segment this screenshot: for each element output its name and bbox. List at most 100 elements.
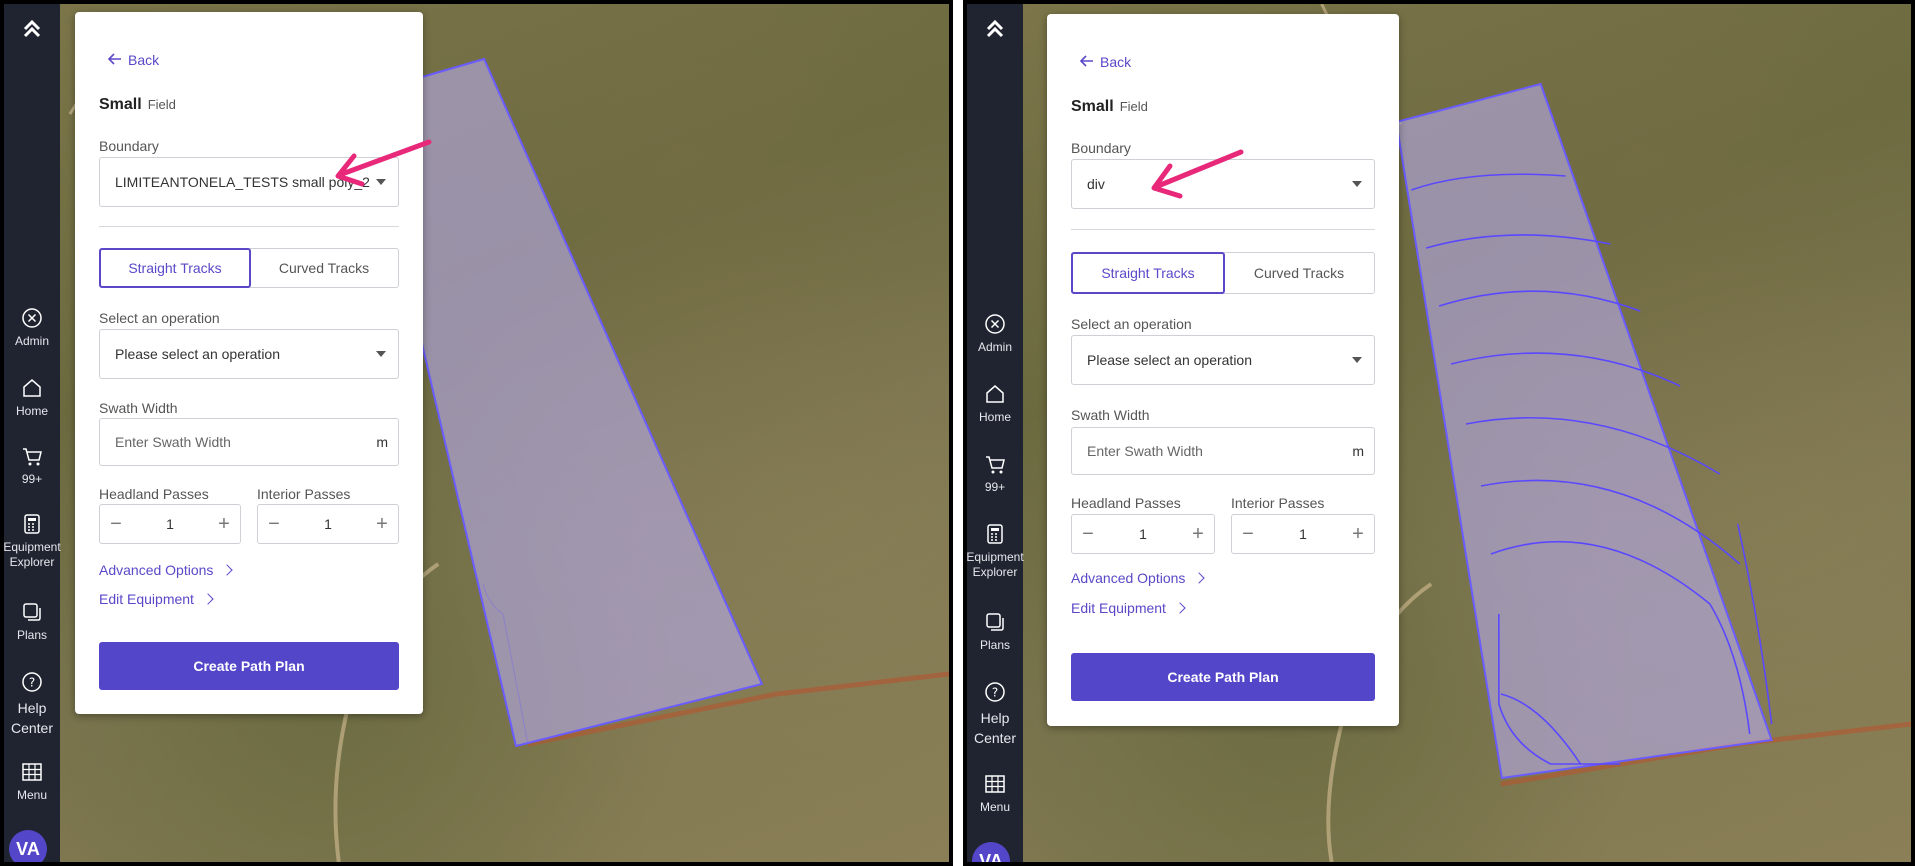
nav-cart-count: 99+: [984, 480, 1006, 494]
interior-label: Interior Passes: [257, 486, 351, 502]
nav-cart[interactable]: 99+: [967, 452, 1023, 495]
minus-icon[interactable]: −: [1080, 524, 1096, 544]
nav-cart[interactable]: 99+: [4, 444, 60, 487]
swath-unit: m: [376, 434, 388, 450]
plus-icon[interactable]: +: [1350, 524, 1366, 544]
close-circle-icon: [983, 312, 1007, 336]
tab-curved-tracks[interactable]: Curved Tracks: [1224, 253, 1374, 293]
nav-admin[interactable]: Admin: [967, 312, 1023, 355]
minus-icon[interactable]: −: [266, 514, 282, 534]
calculator-icon: [983, 522, 1007, 546]
nav-equipment-label-2: Explorer: [972, 565, 1018, 579]
nav-menu-label: Menu: [16, 788, 48, 802]
nav-admin[interactable]: Admin: [4, 306, 60, 349]
plus-icon[interactable]: +: [374, 514, 390, 534]
back-label: Back: [1100, 54, 1132, 70]
plus-icon[interactable]: +: [216, 514, 232, 534]
avatar[interactable]: VA: [9, 830, 47, 862]
nav-help-label-1: Help: [980, 710, 1010, 726]
swath-width-input[interactable]: Enter Swath Width m: [99, 418, 399, 466]
swath-placeholder: Enter Swath Width: [115, 434, 231, 450]
caret-down-icon: [376, 351, 386, 357]
nav-plans[interactable]: Plans: [967, 610, 1023, 653]
screenshot-after: Admin Home 99+ Equipment Explorer Plans …: [963, 0, 1915, 866]
operation-select[interactable]: Please select an operation: [99, 329, 399, 379]
caret-down-icon: [1352, 357, 1362, 363]
nav-admin-label: Admin: [977, 340, 1012, 354]
swath-width-input[interactable]: Enter Swath Width m: [1071, 427, 1375, 475]
logo-icon[interactable]: [4, 12, 60, 46]
annotation-arrow-icon: [1151, 149, 1244, 199]
nav-help-center[interactable]: ? Help Center: [967, 680, 1023, 748]
interior-stepper: − 1 +: [1231, 514, 1375, 554]
operation-label: Select an operation: [1071, 316, 1192, 332]
back-link[interactable]: Back: [1079, 54, 1132, 70]
nav-menu[interactable]: Menu: [4, 760, 60, 803]
headland-label: Headland Passes: [1071, 495, 1181, 511]
avatar[interactable]: VA: [972, 842, 1010, 862]
chevron-right-icon: [202, 593, 214, 605]
help-icon: ?: [20, 670, 44, 694]
home-icon: [983, 382, 1007, 406]
nav-home[interactable]: Home: [967, 382, 1023, 425]
nav-equipment-label-1: Equipment: [966, 550, 1024, 564]
swath-unit: m: [1352, 443, 1364, 459]
calculator-icon: [20, 512, 44, 536]
interior-value: 1: [1299, 526, 1307, 542]
headland-label: Headland Passes: [99, 486, 209, 502]
field-title: Small Field: [1071, 98, 1148, 116]
nav-plans-label: Plans: [16, 628, 48, 642]
back-label: Back: [128, 52, 160, 68]
boundary-label: Boundary: [99, 138, 159, 154]
swath-label: Swath Width: [1071, 407, 1150, 423]
field-suffix: Field: [147, 97, 176, 112]
chevron-right-icon: [1193, 572, 1206, 584]
back-link[interactable]: Back: [107, 52, 160, 68]
plus-icon[interactable]: +: [1190, 524, 1206, 544]
arrow-left-icon: [1079, 54, 1094, 70]
nav-menu[interactable]: Menu: [967, 772, 1023, 815]
operation-select[interactable]: Please select an operation: [1071, 335, 1375, 385]
close-circle-icon: [20, 306, 44, 330]
plans-icon: [983, 610, 1007, 634]
advanced-options-link[interactable]: Advanced Options: [99, 562, 234, 578]
nav-help-label-1: Help: [17, 700, 47, 716]
tab-straight-tracks[interactable]: Straight Tracks: [99, 248, 251, 288]
field-name: Small: [1071, 98, 1114, 115]
tab-straight-tracks[interactable]: Straight Tracks: [1071, 252, 1225, 294]
field-name: Small: [99, 96, 142, 113]
left-nav-rail: Admin Home 99+ Equipment Explorer Plans …: [4, 4, 61, 862]
create-path-plan-button[interactable]: Create Path Plan: [1071, 653, 1375, 701]
headland-value: 1: [1139, 526, 1147, 542]
nav-cart-count: 99+: [21, 472, 43, 486]
interior-label: Interior Passes: [1231, 495, 1325, 511]
tab-curved-tracks[interactable]: Curved Tracks: [250, 249, 398, 287]
cart-icon: [20, 444, 44, 468]
field-boundary-polygon: [1395, 82, 1773, 780]
screenshot-before: Admin Home 99+ Equipment Explorer Plans …: [0, 0, 953, 866]
headland-value: 1: [166, 516, 174, 532]
logo-icon[interactable]: [967, 12, 1023, 46]
grid-icon: [20, 760, 44, 784]
svg-text:?: ?: [992, 686, 998, 700]
nav-equipment-explorer[interactable]: Equipment Explorer: [966, 522, 1024, 580]
nav-home[interactable]: Home: [4, 376, 60, 419]
advanced-options-link[interactable]: Advanced Options: [1071, 570, 1206, 586]
divider: [99, 226, 399, 227]
edit-equipment-link[interactable]: Edit Equipment: [1071, 600, 1186, 616]
minus-icon[interactable]: −: [108, 514, 124, 534]
minus-icon[interactable]: −: [1240, 524, 1256, 544]
create-path-plan-button[interactable]: Create Path Plan: [99, 642, 399, 690]
headland-stepper: − 1 +: [99, 504, 241, 544]
nav-help-center[interactable]: ? Help Center: [4, 670, 60, 738]
advanced-options-label: Advanced Options: [99, 562, 214, 578]
caret-down-icon: [1352, 181, 1362, 187]
nav-plans-label: Plans: [979, 638, 1011, 652]
nav-plans[interactable]: Plans: [4, 600, 60, 643]
headland-stepper: − 1 +: [1071, 514, 1215, 554]
nav-equipment-explorer[interactable]: Equipment Explorer: [4, 512, 61, 570]
track-type-tabs: Straight Tracks Curved Tracks: [99, 248, 399, 288]
edit-equipment-link[interactable]: Edit Equipment: [99, 591, 214, 607]
divider: [1071, 229, 1375, 230]
nav-help-label-2: Center: [10, 720, 54, 736]
